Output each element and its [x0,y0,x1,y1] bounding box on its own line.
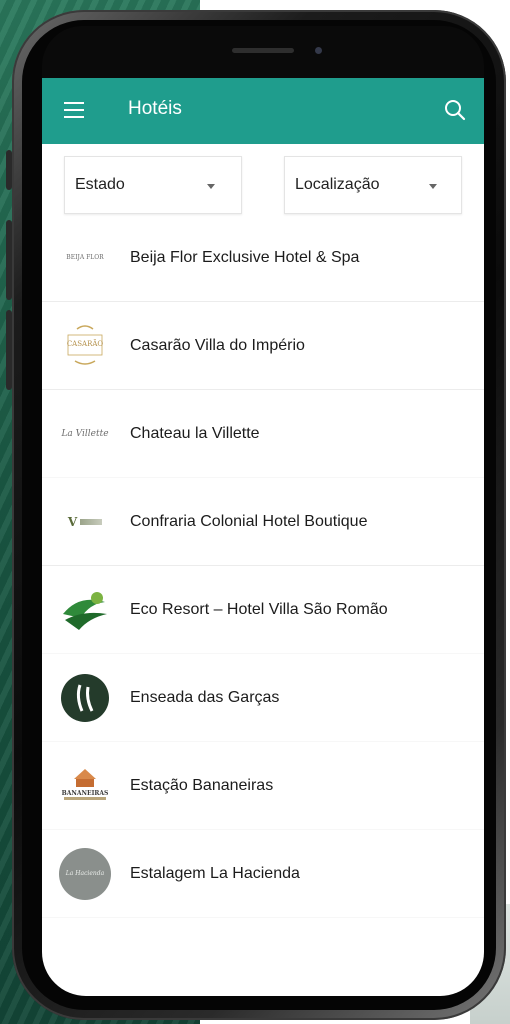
menu-icon[interactable] [64,102,84,118]
app-bar: Hotéis [42,78,484,144]
hotel-logo: BEIJA FLOR [66,254,104,261]
hotel-name: Eco Resort – Hotel Villa São Romão [130,601,388,618]
hotel-logo: V [58,500,112,544]
page-title: Hotéis [128,98,182,119]
hotel-logo: La Villette [61,428,109,439]
phone-volume-up-button [6,220,12,300]
stage: Hotéis Estado Localização BEIJA FLOR Bei… [0,0,510,1024]
list-item[interactable]: V Confraria Colonial Hotel Boutique [42,478,484,566]
hotel-name: Casarão Villa do Império [130,337,305,354]
hotel-logo: CASARÃO [58,324,112,368]
phone-mute-button [6,150,12,190]
phone-volume-down-button [6,310,12,390]
hotel-logo: La Hacienda [58,848,112,900]
hotel-name: Beija Flor Exclusive Hotel & Spa [130,249,360,266]
hotel-logo [58,585,112,635]
hotel-name: Estalagem La Hacienda [130,865,300,882]
logo-wordmark [80,519,103,525]
location-select[interactable]: Localização [284,156,462,214]
hotel-logo: BANANEIRAS [58,764,112,808]
dropdown-caret-icon [429,184,437,189]
list-item[interactable]: Eco Resort – Hotel Villa São Romão [42,566,484,654]
hotel-list: BEIJA FLOR Beija Flor Exclusive Hotel & … [42,214,484,918]
hotel-name: Chateau la Villette [130,425,260,442]
front-camera [315,47,322,54]
app-screen: Hotéis Estado Localização BEIJA FLOR Bei… [42,78,484,996]
search-icon[interactable] [444,99,466,121]
hotel-name: Enseada das Garças [130,689,280,706]
list-item[interactable]: BANANEIRAS Estação Bananeiras [42,742,484,830]
state-select[interactable]: Estado [64,156,242,214]
hotel-logo [58,674,112,722]
hotel-name: Estação Bananeiras [130,777,274,794]
speaker-grille [232,48,294,53]
list-item[interactable]: La Villette Chateau la Villette [42,390,484,478]
hotel-name: Confraria Colonial Hotel Boutique [130,513,368,530]
list-item[interactable]: La Hacienda Estalagem La Hacienda [42,830,484,918]
location-select-label: Localização [295,176,380,193]
state-select-label: Estado [75,176,125,193]
list-item[interactable]: Enseada das Garças [42,654,484,742]
logo-circle: La Hacienda [59,848,111,900]
list-item[interactable]: BEIJA FLOR Beija Flor Exclusive Hotel & … [42,214,484,302]
list-item[interactable]: CASARÃO Casarão Villa do Império [42,302,484,390]
dropdown-caret-icon [207,184,215,189]
